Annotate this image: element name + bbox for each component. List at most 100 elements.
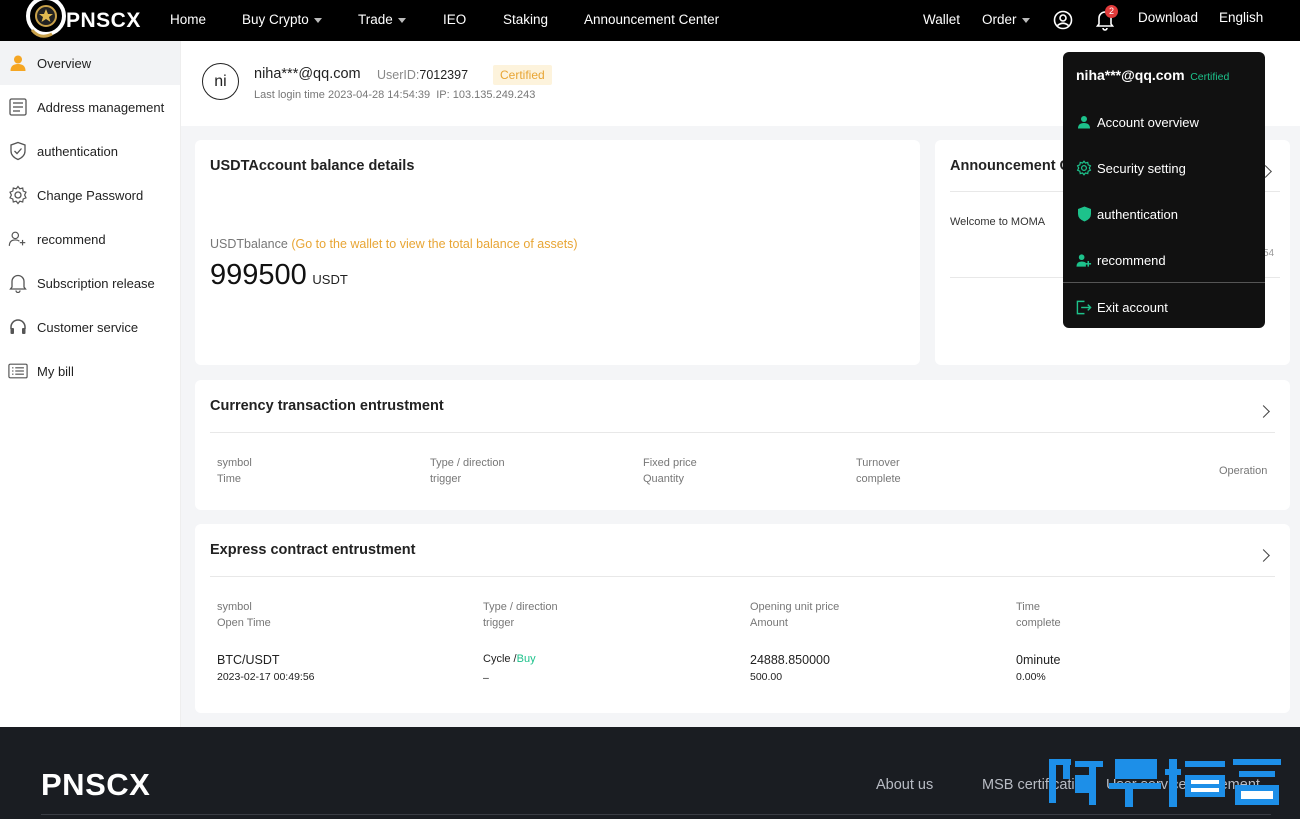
- contract-entrustment-card: Express contract entrustment symbol Open …: [195, 524, 1290, 738]
- sidebar-item-label: Address management: [37, 99, 165, 115]
- col-line: Type / direction: [483, 601, 558, 613]
- dropdown-item-exit-account[interactable]: Exit account: [1076, 299, 1168, 315]
- col-line: Fixed price: [643, 457, 697, 469]
- row-open-time: 2023-02-17 00:49:56: [217, 671, 315, 683]
- bill-icon: [8, 361, 28, 381]
- shield-icon: [1076, 206, 1092, 222]
- column-header-price: Fixed price Quantity: [643, 455, 697, 487]
- avatar: ni: [202, 63, 239, 100]
- notification-bell-icon[interactable]: 2: [1095, 5, 1118, 34]
- sidebar-item-label: authentication: [37, 143, 118, 159]
- row-trigger: –: [483, 672, 489, 684]
- sidebar-item-address-management[interactable]: Address management: [0, 85, 180, 129]
- dropdown-item-recommend[interactable]: recommend: [1076, 252, 1166, 268]
- currency-entrustment-card: Currency transaction entrustment symbol T…: [195, 380, 1290, 510]
- row-price-cell: 24888.850000 500.00: [750, 651, 830, 686]
- user-email: niha***@qq.com: [254, 66, 361, 82]
- col-line: trigger: [430, 473, 462, 485]
- shield-icon: [8, 141, 28, 161]
- sidebar-item-authentication[interactable]: authentication: [0, 129, 180, 173]
- balance-unit: USDT: [312, 272, 348, 287]
- row-amount: 500.00: [750, 671, 783, 683]
- row-symbol-cell: BTC/USDT 2023-02-17 00:49:56: [217, 651, 315, 686]
- nav-buy-crypto[interactable]: Buy Crypto: [242, 12, 322, 27]
- col-line: Amount: [750, 617, 788, 629]
- nav-wallet[interactable]: Wallet: [923, 12, 960, 27]
- sidebar-item-overview[interactable]: Overview: [0, 41, 180, 85]
- nav-announcement-center[interactable]: Announcement Center: [584, 12, 719, 27]
- column-header-operation: Operation: [1219, 465, 1268, 477]
- balance-label: USDTbalance: [210, 237, 288, 251]
- sidebar-item-subscription-release[interactable]: Subscription release: [0, 261, 180, 305]
- col-line: Time: [217, 473, 242, 485]
- announcement-item[interactable]: Welcome to MOMA: [950, 216, 1045, 228]
- footer-link-about[interactable]: About us: [876, 777, 933, 793]
- logout-icon: [1076, 299, 1092, 315]
- nav-trade[interactable]: Trade: [358, 12, 406, 27]
- nav-home[interactable]: Home: [170, 12, 206, 27]
- column-header-type: Type / direction trigger: [483, 599, 558, 631]
- column-header-type: Type / direction trigger: [430, 455, 505, 487]
- dropdown-item-authentication[interactable]: authentication: [1076, 206, 1178, 222]
- logo-icon: [26, 0, 66, 38]
- nav-order[interactable]: Order: [982, 12, 1030, 27]
- user-icon: [8, 53, 28, 73]
- col-line: symbol: [217, 601, 252, 613]
- sidebar-item-label: Overview: [37, 55, 92, 71]
- wallet-link[interactable]: (Go to the wallet to view the total bala…: [291, 237, 577, 251]
- nav-staking[interactable]: Staking: [503, 12, 548, 27]
- col-line: Turnover: [856, 457, 900, 469]
- sidebar-item-label: My bill: [37, 363, 74, 379]
- chevron-down-icon: [397, 18, 406, 23]
- sidebar-item-customer-service[interactable]: Customer service: [0, 305, 180, 349]
- balance-card: USDTAccount balance details USDTbalance …: [195, 140, 920, 365]
- list-icon: [8, 97, 28, 117]
- watermark-logo-icon: [1049, 759, 1281, 807]
- sidebar-item-label: Customer service: [37, 319, 139, 335]
- row-type-cell: Cycle /Buy –: [483, 650, 536, 687]
- chevron-right-icon[interactable]: [1257, 549, 1270, 562]
- dropdown-item-label: Exit account: [1097, 299, 1168, 315]
- chevron-right-icon[interactable]: [1257, 405, 1270, 418]
- login-info: Last login time 2023-04-28 14:54:39 IP: …: [254, 89, 535, 101]
- balance-amount: 999500: [210, 259, 307, 291]
- nav-ieo[interactable]: IEO: [443, 12, 466, 27]
- footer-logo: PNSCX: [41, 767, 151, 802]
- sidebar-item-recommend[interactable]: recommend: [0, 217, 180, 261]
- col-line: trigger: [483, 617, 515, 629]
- sidebar-item-label: Change Password: [37, 187, 144, 203]
- dropdown-item-account-overview[interactable]: Account overview: [1076, 114, 1199, 130]
- sidebar-item-label: Subscription release: [37, 275, 155, 291]
- dropdown-email: niha***@qq.com: [1076, 67, 1185, 83]
- sidebar-item-change-password[interactable]: Change Password: [0, 173, 180, 217]
- nav-download[interactable]: Download: [1138, 10, 1198, 25]
- nav-language[interactable]: English: [1219, 10, 1263, 25]
- dropdown-item-label: authentication: [1097, 206, 1178, 222]
- dropdown-item-label: Security setting: [1097, 160, 1186, 176]
- dropdown-item-security-setting[interactable]: Security setting: [1076, 160, 1186, 176]
- footer-divider: [41, 814, 1271, 815]
- nav-order-label: Order: [982, 12, 1017, 27]
- divider: [210, 576, 1275, 577]
- column-header-symbol: symbol Time: [217, 455, 252, 487]
- col-line: Quantity: [643, 473, 684, 485]
- row-time: 0minute: [1016, 653, 1061, 667]
- gear-icon: [8, 185, 28, 205]
- dropdown-item-label: recommend: [1097, 252, 1166, 268]
- sidebar-item-my-bill[interactable]: My bill: [0, 349, 180, 393]
- brand-logo[interactable]: PNSCX: [22, 0, 152, 41]
- account-icon[interactable]: [1053, 10, 1073, 33]
- user-icon: [1076, 114, 1092, 130]
- footer: PNSCX About us MSB certification User se…: [0, 727, 1300, 819]
- row-direction: Buy: [516, 653, 536, 665]
- col-line: complete: [856, 473, 901, 485]
- col-line: Open Time: [217, 617, 271, 629]
- balance-amount-row: 999500 USDT: [210, 259, 348, 292]
- column-header-price: Opening unit price Amount: [750, 599, 839, 631]
- balance-card-title: USDTAccount balance details: [210, 158, 415, 174]
- row-time-cell: 0minute 0.00%: [1016, 651, 1060, 686]
- last-login-time: Last login time 2023-04-28 14:54:39: [254, 89, 431, 101]
- balance-label-row: USDTbalance (Go to the wallet to view th…: [210, 237, 578, 251]
- sidebar-item-label: recommend: [37, 231, 106, 247]
- column-header-turnover: Turnover complete: [856, 455, 901, 487]
